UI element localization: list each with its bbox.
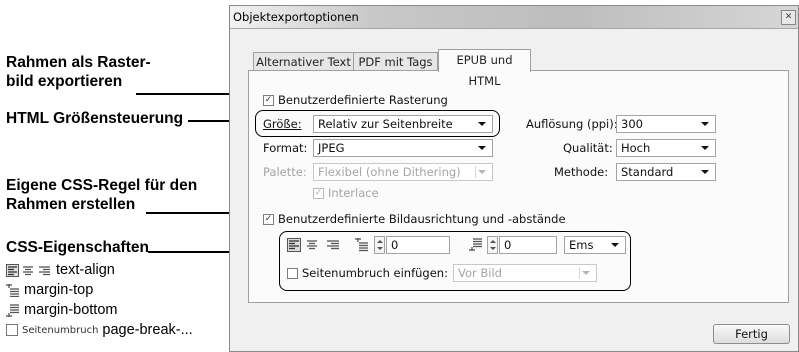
align-right-icon[interactable] xyxy=(327,240,339,250)
align-icons xyxy=(6,263,50,277)
object-export-dialog: Objektexportoptionen ✕ Alternativer Text… xyxy=(229,5,799,352)
legend-page-break-chip: Seitenumbruch xyxy=(22,324,99,336)
qualitaet-label: Qualität: xyxy=(563,141,613,155)
chevron-down-icon xyxy=(701,122,709,126)
annotation-html-size: HTML Größensteuerung xyxy=(6,110,184,127)
layout-checkbox-label: Benutzerdefinierte Bildausrichtung und -… xyxy=(278,212,566,226)
annotation-css-rule: Eigene CSS-Regel für den Rahmen erstelle… xyxy=(6,176,197,214)
legend-margin-top: margin-top xyxy=(6,282,93,298)
raster-checkbox[interactable]: ✓ xyxy=(263,95,274,106)
margin-top-icon xyxy=(355,238,368,252)
chevron-down-icon xyxy=(701,146,709,150)
tab-epub-html[interactable]: EPUB und HTML xyxy=(438,49,531,88)
legend-margin-top-label: margin-top xyxy=(24,282,94,298)
epub-html-panel: ✓ Benutzerdefinierte Rasterung Größe: Re… xyxy=(248,70,789,303)
pagebreak-value: Vor Bild xyxy=(458,266,502,280)
pagebreak-select[interactable]: Vor Bild xyxy=(453,264,597,282)
units-value: Ems xyxy=(569,238,594,252)
palette-value: Flexibel (ohne Dithering) xyxy=(318,165,461,179)
format-value: JPEG xyxy=(318,141,345,155)
chevron-down-icon xyxy=(478,146,486,150)
margin-top-stepper[interactable] xyxy=(374,236,385,254)
interlace-checkbox[interactable]: ✓ xyxy=(313,188,324,199)
legend-margin-bottom: margin-bottom xyxy=(6,302,117,318)
qualitaet-select[interactable]: Hoch xyxy=(616,139,716,157)
close-icon[interactable]: ✕ xyxy=(781,10,796,25)
tab-pdf-tags[interactable]: PDF mit Tags xyxy=(353,52,438,71)
layout-checkbox[interactable]: ✓ xyxy=(263,214,274,225)
align-center-icon[interactable] xyxy=(307,240,317,250)
legend-text-align: text-align xyxy=(6,262,115,278)
aufloesung-select[interactable]: 300 xyxy=(616,115,716,133)
methode-label: Methode: xyxy=(554,165,609,179)
done-button[interactable]: Fertig xyxy=(713,324,790,344)
chevron-down-icon xyxy=(611,243,619,247)
tab-alt-text[interactable]: Alternativer Text xyxy=(253,52,354,71)
pagebreak-label: Seitenumbruch einfügen: xyxy=(302,266,448,280)
highlight-size-box xyxy=(255,110,500,137)
dialog-title: Objektexportoptionen xyxy=(233,10,359,24)
interlace-label: Interlace xyxy=(328,186,379,200)
palette-separator xyxy=(475,166,476,178)
legend-margin-bottom-label: margin-bottom xyxy=(24,302,118,318)
format-label: Format: xyxy=(263,141,308,155)
pagebreak-checkbox[interactable] xyxy=(287,268,298,279)
legend-page-break: Seitenumbruch page-break-... xyxy=(6,322,193,338)
palette-label: Palette: xyxy=(263,165,307,179)
annotation-raster-title: Rahmen als Raster- bild exportieren xyxy=(6,53,151,91)
margin-bottom-input[interactable]: 0 xyxy=(499,236,557,254)
chevron-down-icon xyxy=(582,271,590,275)
legend-text-align-label: text-align xyxy=(56,262,115,278)
format-select[interactable]: JPEG xyxy=(313,139,493,157)
raster-checkbox-label: Benutzerdefinierte Rasterung xyxy=(278,93,448,107)
dialog-titlebar[interactable]: Objektexportoptionen ✕ xyxy=(230,6,798,29)
aufloesung-label: Auflösung (ppi): xyxy=(526,117,618,131)
annotation-css-props: CSS-Eigenschaften xyxy=(6,239,149,256)
margin-top-icon xyxy=(6,283,19,297)
annotation-css-line1: Eigene CSS-Regel für den xyxy=(6,177,198,194)
units-select[interactable]: Ems xyxy=(564,236,626,254)
annotation-raster-leader xyxy=(136,93,244,95)
pagebreak-separator xyxy=(579,267,580,279)
align-button-group xyxy=(287,238,339,252)
palette-select[interactable]: Flexibel (ohne Dithering) xyxy=(313,163,493,181)
legend-page-break-label: page-break-... xyxy=(102,322,193,338)
margin-bottom-icon xyxy=(469,238,482,251)
annotation-raster-line2: bild exportieren xyxy=(6,73,123,90)
chevron-down-icon xyxy=(701,170,709,174)
methode-select[interactable]: Standard xyxy=(616,163,716,181)
margin-bottom-icon xyxy=(6,303,19,317)
align-left-icon[interactable] xyxy=(287,238,301,252)
chevron-down-icon xyxy=(478,170,486,174)
qualitaet-value: Hoch xyxy=(621,141,651,155)
margin-top-input[interactable]: 0 xyxy=(386,236,450,254)
margin-bottom-stepper[interactable] xyxy=(487,236,498,254)
aufloesung-value: 300 xyxy=(621,117,643,131)
checkbox-icon xyxy=(6,324,18,336)
methode-value: Standard xyxy=(621,165,674,179)
annotation-raster-line1: Rahmen als Raster- xyxy=(6,54,151,71)
